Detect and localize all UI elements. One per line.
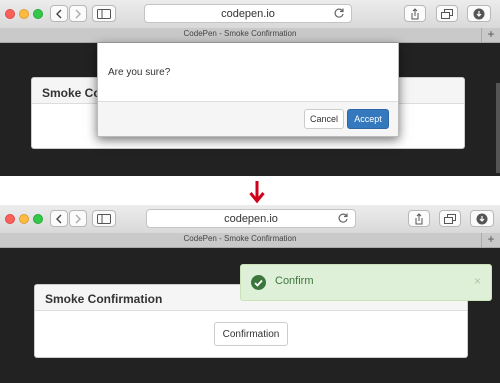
check-circle-icon xyxy=(251,275,266,290)
browser-toolbar: codepen.io xyxy=(0,0,500,29)
reload-icon[interactable] xyxy=(337,212,349,224)
browser-window-after: codepen.io CodePen - Smoke Confirmation … xyxy=(0,205,500,383)
minimize-window-button[interactable] xyxy=(19,9,29,19)
share-button[interactable] xyxy=(404,5,426,22)
maximize-window-button[interactable] xyxy=(33,214,43,224)
toast-message: Confirm xyxy=(275,275,314,287)
tabs-icon xyxy=(444,213,456,224)
close-window-button[interactable] xyxy=(5,214,15,224)
window-controls xyxy=(5,9,43,19)
close-window-button[interactable] xyxy=(5,9,15,19)
tabs-overview-button[interactable] xyxy=(436,5,458,22)
tabs-icon xyxy=(441,8,453,19)
forward-button[interactable] xyxy=(69,210,87,227)
confirmation-button[interactable]: Confirmation xyxy=(214,322,288,346)
close-icon[interactable]: × xyxy=(474,274,481,288)
minimize-window-button[interactable] xyxy=(19,214,29,224)
chevron-left-icon xyxy=(56,214,62,223)
accept-button[interactable]: Accept xyxy=(347,109,389,129)
new-tab-button[interactable]: + xyxy=(481,233,500,247)
chevron-right-icon xyxy=(75,214,81,223)
forward-button[interactable] xyxy=(69,5,87,22)
tab-bar: CodePen - Smoke Confirmation + xyxy=(0,233,500,248)
address-bar[interactable]: codepen.io xyxy=(146,209,356,228)
share-button[interactable] xyxy=(408,210,430,227)
downloads-button[interactable] xyxy=(470,210,494,227)
back-button[interactable] xyxy=(50,210,68,227)
download-icon xyxy=(473,8,485,19)
back-button[interactable] xyxy=(50,5,68,22)
new-tab-button[interactable]: + xyxy=(481,28,500,42)
sidebar-toggle-button[interactable] xyxy=(92,5,116,22)
dialog-message: Are you sure? xyxy=(108,67,171,78)
download-icon xyxy=(476,213,488,224)
window-controls xyxy=(5,214,43,224)
sidebar-toggle-button[interactable] xyxy=(92,210,116,227)
tab-bar: CodePen - Smoke Confirmation + xyxy=(0,28,500,43)
chevron-right-icon xyxy=(75,9,81,18)
scrollbar[interactable] xyxy=(496,83,500,173)
downloads-button[interactable] xyxy=(467,5,491,22)
url-text: codepen.io xyxy=(221,7,275,20)
share-icon xyxy=(411,7,419,19)
down-arrow-icon xyxy=(249,181,265,204)
tab-title[interactable]: CodePen - Smoke Confirmation xyxy=(0,234,480,243)
chevron-left-icon xyxy=(56,9,62,18)
reload-icon[interactable] xyxy=(333,7,345,19)
tab-title[interactable]: CodePen - Smoke Confirmation xyxy=(0,29,480,38)
browser-toolbar: codepen.io xyxy=(0,205,500,234)
browser-window-before: codepen.io CodePen - Smoke Confirmation … xyxy=(0,0,500,176)
sidebar-icon xyxy=(97,8,111,19)
address-bar[interactable]: codepen.io xyxy=(144,4,352,23)
confirm-toast: Confirm × xyxy=(240,264,492,301)
cancel-button[interactable]: Cancel xyxy=(304,109,344,129)
maximize-window-button[interactable] xyxy=(33,9,43,19)
share-icon xyxy=(415,212,423,224)
sidebar-icon xyxy=(97,213,111,224)
confirm-dialog: Are you sure? Cancel Accept xyxy=(97,43,399,137)
tabs-overview-button[interactable] xyxy=(439,210,461,227)
url-text: codepen.io xyxy=(224,212,278,225)
dialog-footer: Cancel Accept xyxy=(98,101,398,136)
